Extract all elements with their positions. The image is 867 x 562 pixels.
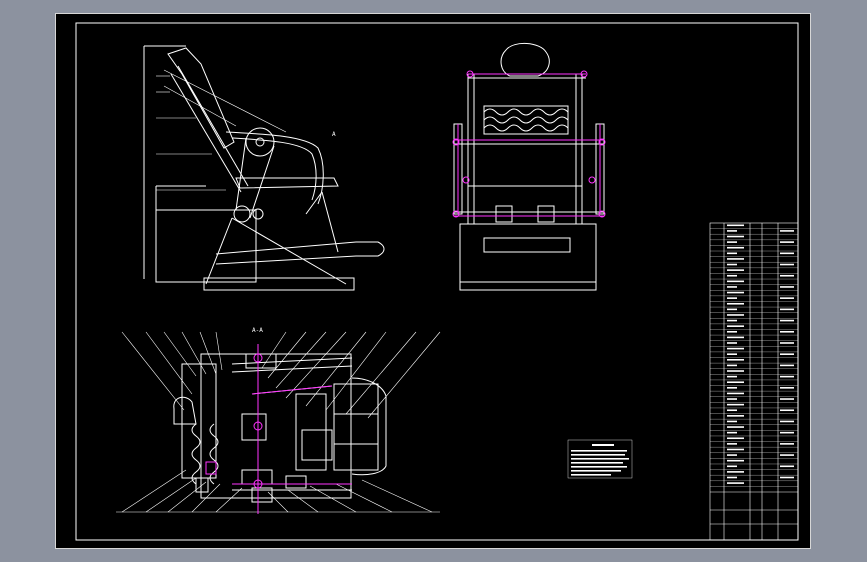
parts-row-material — [780, 454, 794, 456]
side-view — [143, 45, 385, 291]
parts-row-material — [780, 297, 794, 299]
cad-drawing-canvas: A A-A — [75, 22, 799, 541]
parts-row-text — [727, 319, 737, 322]
parts-row-text — [727, 387, 737, 389]
parts-row-text — [727, 325, 744, 327]
parts-row-material — [780, 420, 794, 423]
technical-notes — [567, 439, 633, 479]
parts-row-material — [780, 263, 794, 266]
parts-row-text — [727, 302, 744, 305]
parts-row-text — [727, 454, 737, 456]
parts-row-text — [727, 409, 737, 412]
parts-list — [709, 222, 799, 541]
parts-row-text — [727, 403, 744, 406]
parts-row-material — [780, 364, 794, 367]
parts-row-text — [727, 330, 737, 333]
parts-row-text — [727, 364, 737, 367]
section-view — [116, 331, 441, 514]
parts-row-text — [727, 437, 744, 440]
parts-row-text — [727, 308, 737, 311]
parts-row-material — [780, 252, 794, 255]
parts-row-text — [727, 381, 744, 384]
parts-row-material — [780, 409, 794, 412]
parts-row-text — [727, 280, 744, 283]
parts-row-text — [727, 443, 737, 445]
parts-row-text — [727, 370, 744, 372]
parts-row-text — [727, 241, 737, 243]
parts-row-material — [780, 286, 794, 288]
parts-row-text — [727, 263, 737, 266]
parts-row-material — [780, 375, 794, 378]
parts-row-text — [727, 347, 744, 350]
parts-row-text — [727, 252, 737, 255]
parts-row-text — [727, 465, 737, 468]
parts-row-text — [727, 291, 744, 294]
parts-list-rows — [710, 224, 798, 487]
parts-row-material — [780, 330, 794, 333]
parts-row-text — [727, 476, 737, 479]
parts-row-material — [780, 387, 794, 389]
parts-row-material — [780, 308, 794, 311]
parts-row-text — [727, 415, 744, 417]
parts-row-text — [727, 342, 737, 344]
parts-row-text — [727, 224, 744, 227]
parts-row-text — [727, 274, 737, 277]
sprocket-icon — [245, 127, 275, 157]
parts-row-text — [727, 269, 744, 271]
parts-row-text — [727, 336, 744, 339]
parts-row-text — [727, 420, 737, 423]
parts-row-material — [780, 319, 794, 322]
parts-row-text — [727, 392, 744, 395]
parts-row-text — [727, 448, 744, 451]
side-callout-label: A — [332, 131, 336, 138]
parts-row-material — [780, 476, 794, 479]
parts-row-text — [727, 235, 744, 238]
parts-row-text — [727, 286, 737, 288]
parts-row-material — [780, 274, 794, 277]
parts-row-text — [727, 314, 744, 316]
parts-row-text — [727, 482, 744, 484]
parts-row-text — [727, 375, 737, 378]
parts-row-text — [727, 426, 744, 428]
parts-row-material — [780, 230, 794, 232]
parts-row-text — [727, 398, 737, 400]
parts-row-text — [727, 230, 737, 232]
parts-row-material — [780, 431, 794, 434]
parts-row-text — [727, 459, 744, 462]
parts-row-material — [780, 465, 794, 468]
parts-row-text — [727, 359, 744, 361]
parts-row-text — [727, 297, 737, 299]
front-view — [453, 43, 605, 291]
parts-row-material — [780, 443, 794, 445]
drawing-sheet: A A-A — [55, 13, 811, 549]
parts-row-material — [780, 398, 794, 400]
parts-row-material — [780, 342, 794, 344]
parts-row-material — [780, 353, 794, 355]
section-mark-label: A-A — [252, 327, 263, 334]
parts-row-text — [727, 246, 744, 249]
parts-row-material — [780, 241, 794, 243]
parts-row-text — [727, 431, 737, 434]
parts-row-text — [727, 353, 737, 355]
parts-row-text — [727, 258, 744, 260]
parts-row-text — [727, 471, 744, 473]
